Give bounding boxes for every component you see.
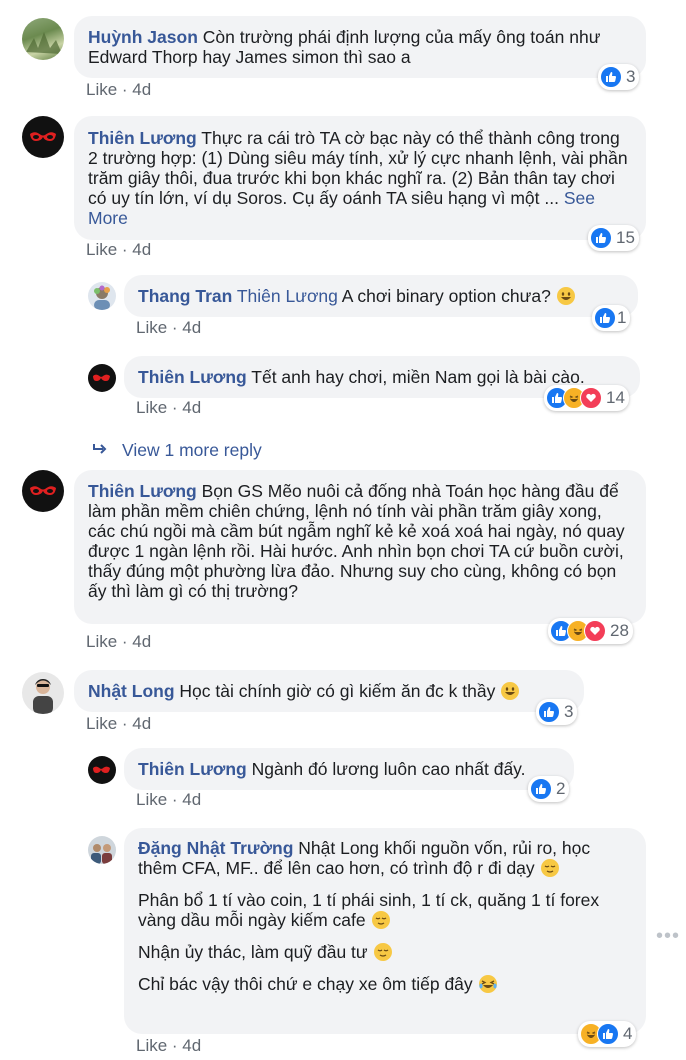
reply-paragraph: Đặng Nhật Trường Nhật Long khối nguồn vố… bbox=[138, 838, 632, 878]
avatar[interactable] bbox=[88, 836, 116, 864]
like-icon bbox=[597, 1023, 619, 1045]
love-icon bbox=[580, 387, 602, 409]
avatar[interactable] bbox=[88, 364, 116, 392]
laughing-tears-emoji bbox=[478, 975, 497, 993]
reaction-count: 28 bbox=[610, 621, 629, 640]
reaction-summary[interactable]: 3 bbox=[598, 64, 640, 90]
like-icon bbox=[538, 701, 560, 723]
reaction-summary[interactable]: 1 bbox=[592, 305, 631, 331]
comment-bubble: Thiên Lương Bọn GS Mẽo nuôi cả đống nhà … bbox=[74, 470, 646, 624]
smile-emoji bbox=[501, 682, 520, 700]
comment-author[interactable]: Đặng Nhật Trường bbox=[138, 838, 293, 858]
comment-text: Ngành đó lương luôn cao nhất đấy. bbox=[251, 759, 526, 779]
reaction-summary[interactable]: 3 bbox=[536, 699, 578, 725]
like-icon bbox=[590, 227, 612, 249]
view-more-replies-label: View 1 more reply bbox=[122, 440, 262, 460]
comment-bubble: Nhật Long Học tài chính giờ có gì kiếm ă… bbox=[74, 670, 584, 712]
comment-author[interactable]: Thiên Lương bbox=[138, 759, 247, 779]
comment-actions: Like · 4d bbox=[136, 1036, 202, 1055]
comment-actions: Like · 4d bbox=[86, 632, 152, 651]
reaction-count: 4 bbox=[623, 1024, 633, 1043]
comment-actions: Like · 4d bbox=[86, 80, 152, 99]
like-link[interactable]: Like bbox=[86, 240, 117, 259]
timestamp[interactable]: 4d bbox=[182, 318, 201, 337]
like-link[interactable]: Like bbox=[86, 714, 117, 733]
avatar[interactable] bbox=[22, 672, 64, 714]
reply-paragraph: Phân bổ 1 tí vào coin, 1 tí phái sinh, 1… bbox=[138, 890, 632, 930]
reply-paragraph: Nhận ủy thác, làm quỹ đầu tư bbox=[138, 942, 632, 962]
like-link[interactable]: Like bbox=[86, 80, 117, 99]
reaction-count: 1 bbox=[617, 308, 627, 327]
relieved-emoji bbox=[371, 911, 390, 929]
timestamp[interactable]: 4d bbox=[132, 714, 151, 733]
avatar[interactable] bbox=[22, 18, 64, 60]
reply-bubble: Thang Tran Thiên Lương A chơi binary opt… bbox=[124, 275, 638, 317]
reaction-count: 3 bbox=[626, 67, 636, 86]
reply-arrow-icon bbox=[93, 444, 107, 454]
timestamp[interactable]: 4d bbox=[182, 1036, 201, 1055]
comment-author[interactable]: Huỳnh Jason bbox=[88, 27, 198, 47]
comment-actions: Like · 4d bbox=[86, 240, 152, 259]
comment-actions: Like · 4d bbox=[136, 318, 202, 337]
comment-author[interactable]: Thiên Lương bbox=[138, 367, 247, 387]
relieved-emoji bbox=[373, 943, 392, 961]
like-link[interactable]: Like bbox=[136, 398, 167, 417]
comment-text: Phân bổ 1 tí vào coin, 1 tí phái sinh, 1… bbox=[138, 890, 600, 930]
reaction-summary[interactable]: 4 bbox=[578, 1021, 637, 1047]
like-link[interactable]: Like bbox=[86, 632, 117, 651]
reaction-count: 2 bbox=[556, 779, 566, 798]
comment-text: Tết anh hay chơi, miền Nam gọi là bài cà… bbox=[251, 367, 585, 387]
like-icon bbox=[530, 778, 552, 800]
like-icon bbox=[600, 66, 622, 88]
view-more-replies-link[interactable]: View 1 more reply bbox=[92, 440, 262, 461]
comment-author[interactable]: Thiên Lương bbox=[88, 481, 197, 501]
mention-tag[interactable]: Thiên Lương bbox=[237, 286, 338, 306]
like-icon bbox=[594, 307, 616, 329]
comment-text: Chỉ bác vậy thôi chứ e chạy xe ôm tiếp đ… bbox=[138, 974, 473, 994]
comment-actions: Like · 4d bbox=[86, 714, 152, 733]
comment-author[interactable]: Nhật Long bbox=[88, 681, 175, 701]
reply-paragraph: Chỉ bác vậy thôi chứ e chạy xe ôm tiếp đ… bbox=[138, 974, 632, 994]
timestamp[interactable]: 4d bbox=[132, 240, 151, 259]
reaction-count: 14 bbox=[606, 388, 625, 407]
reaction-summary[interactable]: 2 bbox=[528, 776, 570, 802]
more-dots-icon[interactable]: ••• bbox=[656, 925, 680, 948]
avatar[interactable] bbox=[88, 756, 116, 784]
comment-actions: Like · 4d bbox=[136, 398, 202, 417]
reaction-summary[interactable]: 15 bbox=[588, 225, 639, 251]
avatar[interactable] bbox=[22, 116, 64, 158]
comment-text: Học tài chính giờ có gì kiếm ăn đc k thầ… bbox=[179, 681, 496, 701]
comment-author[interactable]: Thiên Lương bbox=[88, 128, 197, 148]
timestamp[interactable]: 4d bbox=[132, 80, 151, 99]
comment-bubble: Huỳnh Jason Còn trường phái định lượng c… bbox=[74, 16, 646, 78]
like-link[interactable]: Like bbox=[136, 318, 167, 337]
comment-actions: Like · 4d bbox=[136, 790, 202, 809]
comment-author[interactable]: Thang Tran bbox=[138, 286, 232, 306]
smile-emoji bbox=[556, 287, 575, 305]
love-icon bbox=[584, 620, 606, 642]
avatar[interactable] bbox=[22, 470, 64, 512]
reply-bubble: Đặng Nhật Trường Nhật Long khối nguồn vố… bbox=[124, 828, 646, 1034]
reaction-count: 3 bbox=[564, 702, 574, 721]
comment-text: A chơi binary option chưa? bbox=[341, 286, 551, 306]
reaction-summary[interactable]: 28 bbox=[548, 618, 633, 644]
avatar[interactable] bbox=[88, 282, 116, 310]
reaction-summary[interactable]: 14 bbox=[544, 385, 629, 411]
timestamp[interactable]: 4d bbox=[182, 398, 201, 417]
comment-bubble: Thiên Lương Thực ra cái trò TA cờ bạc nà… bbox=[74, 116, 646, 240]
like-link[interactable]: Like bbox=[136, 790, 167, 809]
comment-text: Nhận ủy thác, làm quỹ đầu tư bbox=[138, 942, 368, 962]
reply-bubble: Thiên Lương Ngành đó lương luôn cao nhất… bbox=[124, 748, 574, 790]
timestamp[interactable]: 4d bbox=[182, 790, 201, 809]
reaction-count: 15 bbox=[616, 228, 635, 247]
timestamp[interactable]: 4d bbox=[132, 632, 151, 651]
like-link[interactable]: Like bbox=[136, 1036, 167, 1055]
relieved-emoji bbox=[540, 859, 559, 877]
